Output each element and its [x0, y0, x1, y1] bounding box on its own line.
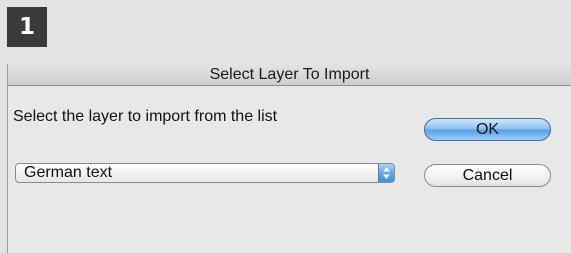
ok-button[interactable]: OK	[424, 118, 551, 141]
cancel-button[interactable]: Cancel	[424, 164, 551, 187]
select-layer-dialog: Select Layer To Import Select the layer …	[7, 64, 571, 253]
layer-select-value: German text	[24, 164, 113, 181]
layer-select[interactable]: German text	[15, 163, 395, 183]
up-down-arrows-icon[interactable]	[378, 164, 394, 182]
step-number-badge: 1	[7, 7, 47, 47]
dialog-prompt: Select the layer to import from the list	[13, 108, 278, 125]
dialog-title: Select Layer To Import	[209, 66, 370, 83]
dialog-titlebar[interactable]: Select Layer To Import	[8, 64, 571, 86]
